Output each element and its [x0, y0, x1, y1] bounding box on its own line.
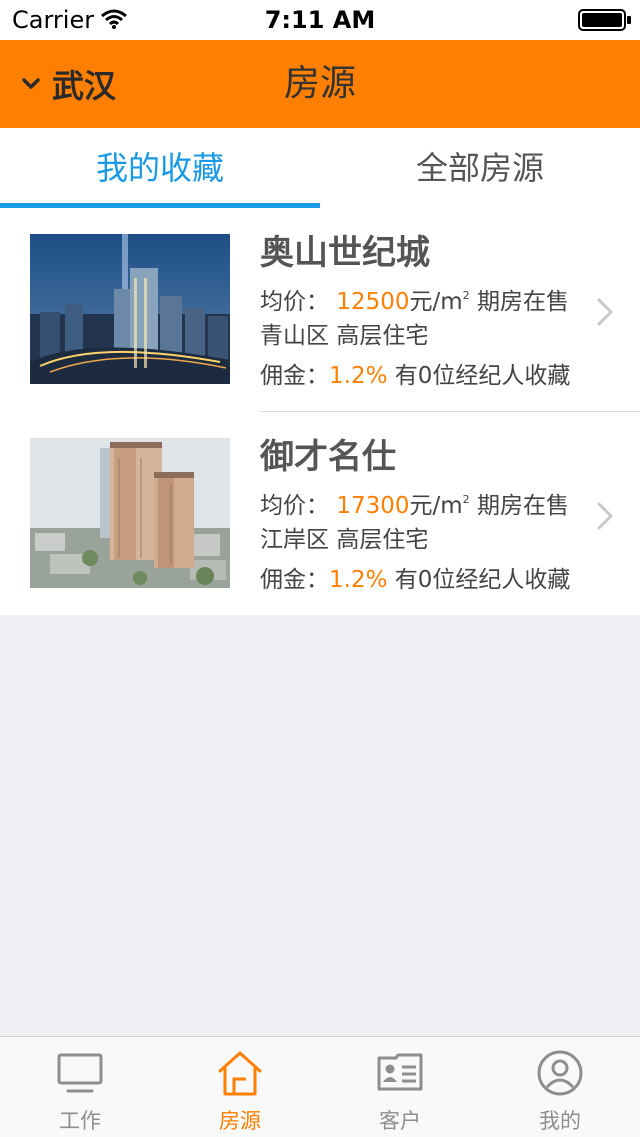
commission-row: 佣金：1.2% 有0位经纪人收藏: [260, 560, 590, 600]
commission-label: 佣金：: [260, 363, 329, 389]
price-unit: 元/m: [409, 289, 463, 315]
tab-bar-me[interactable]: 我的: [480, 1037, 640, 1137]
house-icon: [218, 1051, 262, 1096]
tab-bar-work[interactable]: 工作: [0, 1037, 160, 1137]
monitor-icon: [57, 1053, 103, 1093]
price-row: 均价： 17300元/m2 期房在售: [260, 480, 590, 520]
listing-photo: [30, 234, 230, 384]
contact-card-icon: [377, 1053, 423, 1091]
status-bar: Carrier 7:11 AM: [0, 0, 640, 40]
district: 江岸区: [260, 527, 329, 553]
listing-name: 奥山世纪城: [260, 233, 430, 273]
user-avatar-icon: [537, 1050, 583, 1096]
segment-tabs: 我的收藏 全部房源: [0, 128, 640, 209]
navigation-bar: 武汉 房源: [0, 40, 640, 128]
chevron-right-icon: [597, 502, 613, 530]
tab-bar-listings[interactable]: 房源: [160, 1037, 320, 1137]
price-unit-superscript: 2: [462, 493, 470, 506]
page-title: 房源: [283, 63, 356, 104]
location-row: 青山区 高层住宅: [260, 316, 590, 356]
agent-favorites-count: 有0位经纪人收藏: [394, 567, 571, 593]
tab-my-favorites[interactable]: 我的收藏: [0, 128, 320, 208]
commission-value: 1.2%: [329, 567, 388, 593]
price-value: 12500: [336, 289, 410, 315]
location-row: 江岸区 高层住宅: [260, 520, 590, 560]
commission-row: 佣金：1.2% 有0位经纪人收藏: [260, 356, 590, 396]
tab-bar-label: 我的: [539, 1109, 581, 1133]
price-unit: 元/m: [409, 493, 463, 519]
tab-bar-clients[interactable]: 客户: [320, 1037, 480, 1137]
listing-name: 御才名仕: [260, 437, 396, 477]
listing-info: 御才名仕 均价： 17300元/m2 期房在售 江岸区 高层住宅 佣金：1.2%…: [260, 434, 590, 600]
price-row: 均价： 12500元/m2 期房在售: [260, 276, 590, 316]
price-label: 均价：: [260, 289, 329, 315]
tab-bar-label: 客户: [379, 1109, 421, 1133]
battery-icon: [578, 9, 631, 31]
tab-bar-label: 房源: [219, 1109, 261, 1133]
listing-photo: [30, 438, 230, 588]
tab-bar-label: 工作: [59, 1109, 101, 1133]
sale-status: 期房在售: [476, 493, 569, 519]
listing-info: 奥山世纪城 均价： 12500元/m2 期房在售 青山区 高层住宅 佣金：1.2…: [260, 230, 590, 396]
bottom-tab-bar: 工作 房源 客户 我的: [0, 1036, 640, 1137]
listing-item[interactable]: 御才名仕 均价： 17300元/m2 期房在售 江岸区 高层住宅 佣金：1.2%…: [30, 411, 640, 615]
listing-item[interactable]: 奥山世纪城 均价： 12500元/m2 期房在售 青山区 高层住宅 佣金：1.2…: [0, 208, 640, 411]
district: 青山区: [260, 323, 329, 349]
commission-label: 佣金：: [260, 567, 329, 593]
agent-favorites-count: 有0位经纪人收藏: [394, 363, 571, 389]
price-unit-superscript: 2: [462, 289, 470, 302]
price-value: 17300: [336, 493, 410, 519]
commission-value: 1.2%: [329, 363, 388, 389]
property-type: 高层住宅: [336, 323, 429, 349]
chevron-right-icon: [597, 298, 613, 326]
sale-status: 期房在售: [476, 289, 569, 315]
clock: 7:11 AM: [264, 6, 376, 34]
tab-all-listings[interactable]: 全部房源: [320, 128, 640, 208]
property-type: 高层住宅: [336, 527, 429, 553]
listing-list: 奥山世纪城 均价： 12500元/m2 期房在售 青山区 高层住宅 佣金：1.2…: [0, 208, 640, 615]
price-label: 均价：: [260, 493, 329, 519]
